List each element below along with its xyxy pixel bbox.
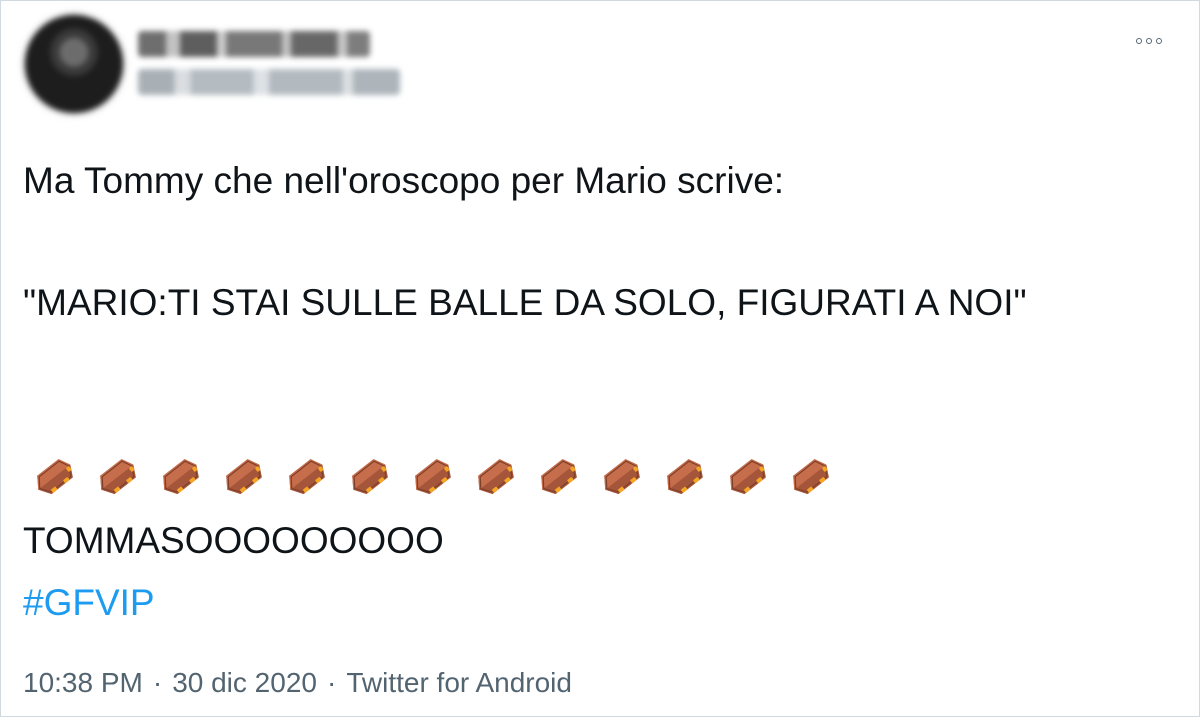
coffin-icon xyxy=(667,459,703,495)
tweet-source[interactable]: Twitter for Android xyxy=(346,667,572,698)
tweet-time[interactable]: 10:38 PM xyxy=(23,667,143,698)
coffin-icon xyxy=(541,459,577,495)
avatar[interactable] xyxy=(25,15,123,113)
more-dot xyxy=(1136,38,1142,44)
coffin-icon xyxy=(37,459,73,495)
separator: · xyxy=(152,667,163,698)
tweet-text-shout: TOMMASOOOOOOOOO xyxy=(23,520,444,561)
separator: · xyxy=(326,667,337,698)
coffin-icon xyxy=(730,459,766,495)
coffin-icon xyxy=(100,459,136,495)
display-name-redacted[interactable] xyxy=(138,31,370,57)
more-horizontal-icon[interactable] xyxy=(1129,29,1169,53)
coffin-icon xyxy=(415,459,451,495)
more-dot xyxy=(1156,38,1162,44)
coffin-icon xyxy=(352,459,388,495)
tweet-card: Ma Tommy che nell'oroscopo per Mario scr… xyxy=(0,0,1200,717)
tweet-text-line: Ma Tommy che nell'oroscopo per Mario scr… xyxy=(23,160,785,201)
coffin-icon xyxy=(163,459,199,495)
tweet-metadata: 10:38 PM · 30 dic 2020 · Twitter for Android xyxy=(23,665,572,701)
tweet-text-quote: "MARIO:TI STAI SULLE BALLE DA SOLO, FIGU… xyxy=(23,282,1027,323)
username-redacted[interactable] xyxy=(138,69,400,95)
coffin-emoji-row xyxy=(21,451,839,507)
coffin-icon xyxy=(226,459,262,495)
hashtag-link[interactable]: #GFVIP xyxy=(23,575,155,631)
coffin-icon xyxy=(289,459,325,495)
more-dot xyxy=(1146,38,1152,44)
coffin-icon xyxy=(793,459,829,495)
coffin-icon xyxy=(604,459,640,495)
coffin-icon xyxy=(478,459,514,495)
tweet-date[interactable]: 30 dic 2020 xyxy=(172,667,317,698)
